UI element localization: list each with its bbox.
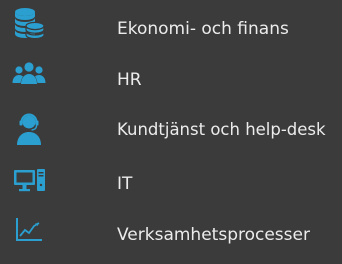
menu-item-hr[interactable]: HR (0, 58, 342, 110)
menu-item-label: Kundtjänst och help-desk (117, 120, 326, 139)
chart-trend-icon (12, 212, 46, 248)
menu-item-label: Ekonomi- och finans (117, 19, 289, 39)
menu-item-business-processes[interactable]: Verksamhetsprocesser (0, 212, 342, 264)
menu-item-label: Verksamhetsprocesser (117, 225, 310, 245)
menu-item-customer-service-helpdesk[interactable]: Kundtjänst och help-desk (0, 112, 342, 164)
menu-item-label: IT (117, 174, 133, 194)
coins-icon (12, 6, 46, 42)
people-icon (12, 58, 46, 94)
headset-support-icon (12, 112, 46, 148)
category-menu: Ekonomi- och finans HR Kundtjänst och he… (0, 0, 342, 246)
computer-icon (12, 164, 46, 200)
menu-item-economy-finance[interactable]: Ekonomi- och finans (0, 6, 342, 58)
menu-item-label: HR (117, 70, 142, 90)
menu-item-it[interactable]: IT (0, 164, 342, 216)
